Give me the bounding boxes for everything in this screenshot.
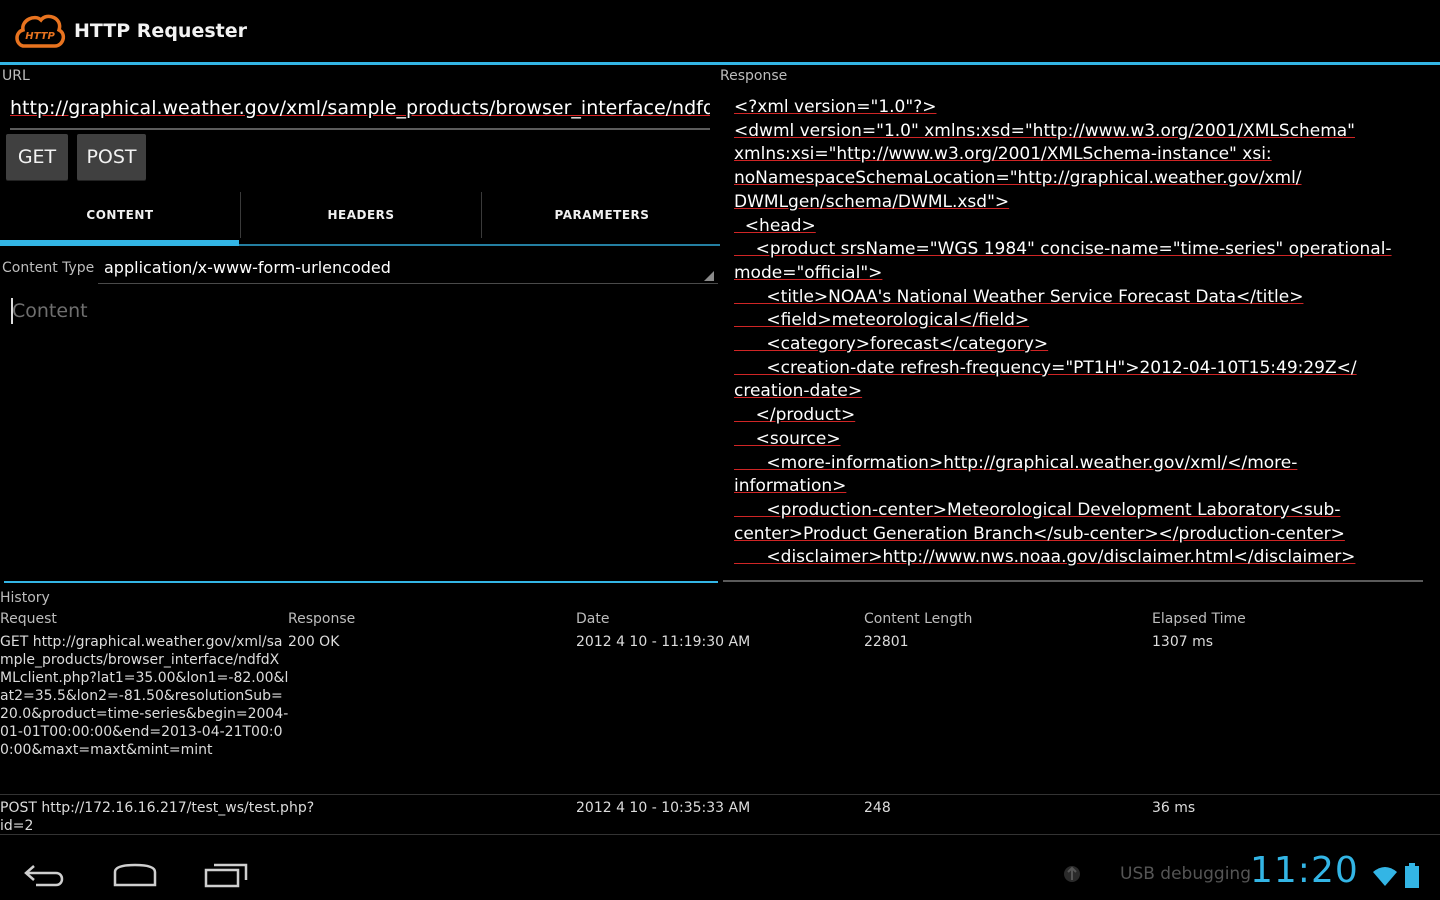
response-line: <source>: [734, 428, 841, 449]
history-content-length: 22801: [864, 634, 909, 650]
tab-parameters[interactable]: PARAMETERS: [482, 188, 722, 242]
status-clock: 11:20: [1250, 850, 1359, 891]
history-response: 200 OK: [288, 634, 340, 650]
response-line: <dwml version="1.0" xmlns:xsd="http://ww…: [734, 120, 1355, 141]
response-line: <production-center>Meteorological Develo…: [734, 499, 1341, 520]
history-request: POST http://172.16.16.217/test_ws/test.p…: [0, 800, 315, 834]
history-row[interactable]: POST http://172.16.16.217/test_ws/test.p…: [0, 796, 1440, 834]
response-line: <disclaimer>http://www.nws.noaa.gov/disc…: [734, 547, 1356, 568]
history-header-elapsed-time: Elapsed Time: [1152, 611, 1246, 627]
get-button[interactable]: GET: [6, 134, 68, 180]
history-row-divider: [0, 794, 1440, 795]
content-type-value: application/x-www-form-urlencoded: [104, 258, 391, 277]
app-logo-icon: HTTP: [15, 14, 66, 48]
response-line: center>Product Generation Branch</sub-ce…: [734, 523, 1345, 544]
response-line: <creation-date refresh-frequency="PT1H">…: [734, 357, 1357, 378]
tab-headers[interactable]: HEADERS: [241, 188, 481, 242]
tab-selected-indicator: [0, 240, 239, 246]
usb-debugging-notification: USB debugging: [1120, 864, 1251, 884]
response-body: <?xml version="1.0"?> <dwml version="1.0"…: [723, 96, 1423, 570]
tab-content[interactable]: CONTENT: [0, 188, 240, 242]
response-line: <title>NOAA's National Weather Service F…: [734, 286, 1304, 307]
history-header-content-length: Content Length: [864, 611, 973, 627]
history-elapsed-time: 36 ms: [1152, 800, 1196, 816]
response-line: noNamespaceSchemaLocation="http://graphi…: [734, 168, 1302, 189]
history-header-request: Request: [0, 611, 57, 627]
response-line: <field>meteorological</field>: [734, 310, 1030, 331]
history-elapsed-time: 1307 ms: [1152, 634, 1214, 650]
response-line: <category>forecast</category>: [734, 334, 1049, 355]
logo-text: HTTP: [25, 31, 55, 42]
response-line: information>: [734, 476, 847, 497]
history-header-date: Date: [576, 611, 610, 627]
action-bar-divider: [0, 62, 1440, 65]
action-bar: HTTP HTTP Requester: [0, 0, 1440, 62]
response-line: xmlns:xsi="http://www.w3.org/2001/XMLSch…: [734, 144, 1272, 165]
back-icon[interactable]: [22, 860, 70, 890]
history-date: 2012 4 10 - 10:35:33 AM: [576, 800, 751, 816]
response-text-area[interactable]: <?xml version="1.0"?> <dwml version="1.0"…: [723, 96, 1423, 582]
recent-apps-icon[interactable]: [200, 860, 252, 890]
response-line: creation-date>: [734, 381, 863, 402]
history-header-response: Response: [288, 611, 356, 627]
history-label: History: [0, 590, 50, 606]
response-line: <more-information>http://graphical.weath…: [734, 452, 1298, 473]
url-input[interactable]: http://graphical.weather.gov/xml/sample_…: [10, 92, 710, 130]
history-date: 2012 4 10 - 11:19:30 AM: [576, 634, 751, 650]
content-textarea[interactable]: Content: [4, 292, 718, 583]
battery-icon: [1405, 863, 1419, 888]
app-title: HTTP Requester: [74, 20, 247, 42]
response-line: <?xml version="1.0"?>: [734, 97, 937, 117]
response-label: Response: [720, 68, 788, 84]
usb-debug-icon: [1064, 866, 1080, 882]
post-button[interactable]: POST: [77, 134, 146, 180]
content-type-select[interactable]: application/x-www-form-urlencoded: [98, 254, 718, 284]
history-row[interactable]: GET http://graphical.weather.gov/xml/sam…: [0, 630, 1440, 793]
history-request: GET http://graphical.weather.gov/xml/sam…: [0, 634, 289, 758]
spinner-arrow-icon: [704, 271, 714, 281]
response-line: <head>: [734, 215, 816, 236]
wifi-icon: [1373, 867, 1397, 886]
content-type-label: Content Type: [2, 260, 95, 276]
response-line: </product>: [734, 405, 856, 426]
content-placeholder: Content: [12, 300, 88, 322]
response-line: DWMLgen/schema/DWML.xsd">: [734, 191, 1010, 212]
history-row-divider: [0, 834, 1440, 835]
history-content-length: 248: [864, 800, 891, 816]
response-line: mode="official">: [734, 262, 883, 283]
home-icon[interactable]: [110, 860, 160, 890]
url-label: URL: [2, 68, 30, 84]
response-line: <product srsName="WGS 1984" concise-name…: [734, 239, 1392, 260]
